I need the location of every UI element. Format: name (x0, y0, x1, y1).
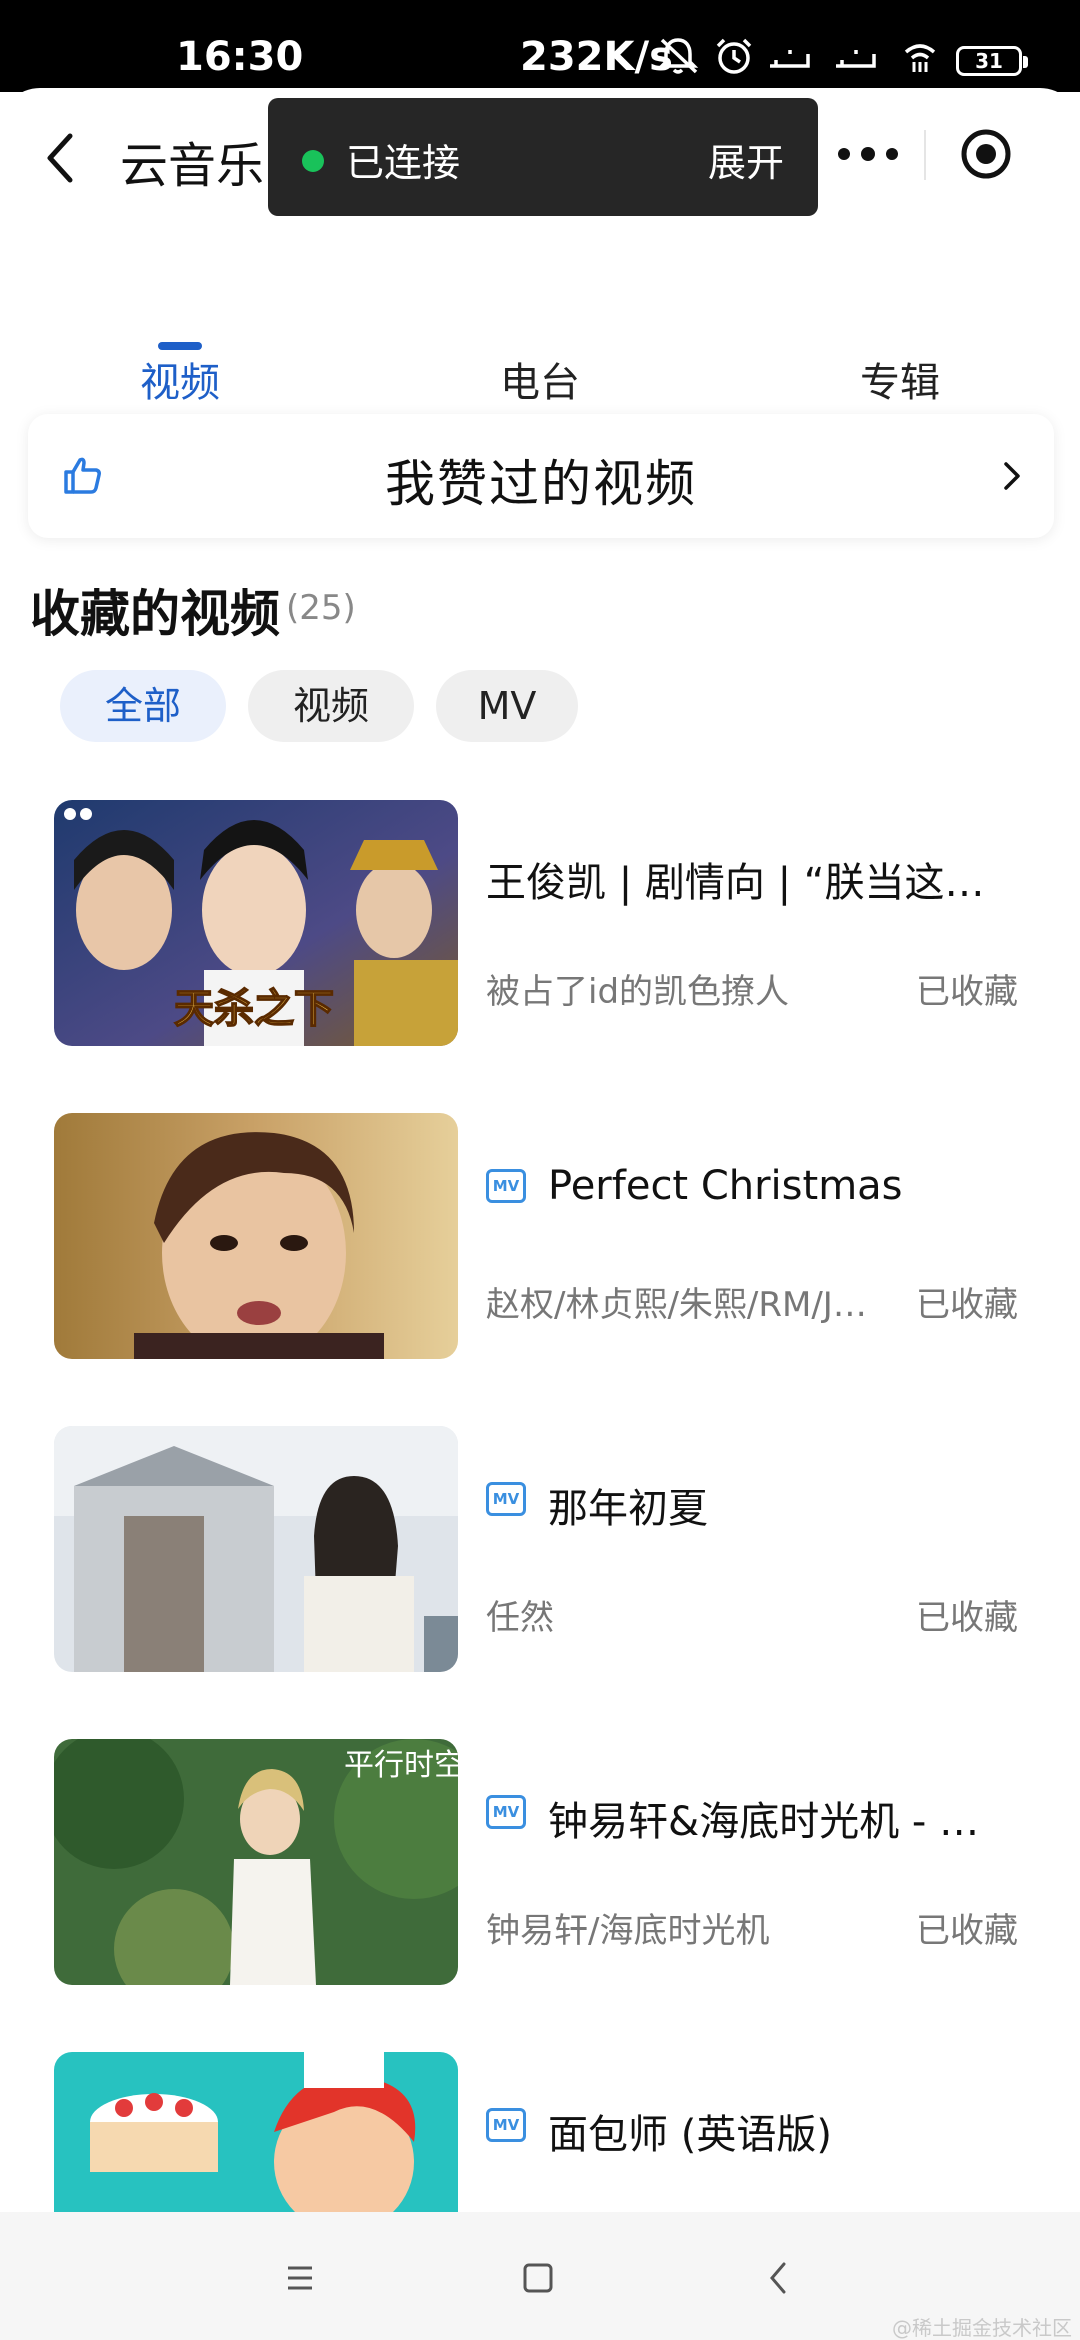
video-cover[interactable] (54, 1113, 458, 1359)
tab-video[interactable]: 视频 (80, 350, 280, 408)
signal-icon (770, 50, 810, 68)
video-state: 已收藏 (916, 1285, 1018, 1325)
capsule-divider (924, 130, 926, 180)
video-item[interactable]: 平行时空 MV 钟易轩&海底时光机 - 平… 钟易轩/海底时光机 已收藏 (0, 1739, 1080, 1989)
miniprogram-capsule (820, 110, 1060, 200)
mv-badge-icon: MV (486, 1795, 526, 1829)
status-bar: 16:30 232K/s 31 (0, 0, 1080, 92)
tab-indicator (158, 342, 202, 350)
video-cover[interactable]: 平行时空 (54, 1739, 458, 1985)
video-title: 那年初夏 (548, 1486, 708, 1532)
mv-badge-icon: MV (486, 1169, 526, 1203)
mv-badge-icon: MV (486, 2108, 526, 2142)
cover-image: 平行时空 (54, 1739, 458, 1985)
cover-image (54, 1426, 458, 1672)
video-author: 任然 (486, 1598, 554, 1638)
section-title: 收藏的视频 (30, 585, 280, 643)
filter-mv[interactable]: MV (436, 670, 578, 742)
alarm-icon (716, 38, 752, 74)
video-title: 面包师 (英语版) (548, 2112, 832, 2158)
video-title: 王俊凯 | 剧情向 | “朕当这个… (486, 860, 1006, 906)
liked-videos-label: 我赞过的视频 (385, 455, 697, 513)
watermark: @稀土掘金技术社区 (892, 2316, 1072, 2340)
connection-status: 已连接 (346, 141, 461, 185)
signal-icon-2 (836, 50, 876, 68)
video-cover[interactable] (54, 1426, 458, 1672)
tab-album[interactable]: 专辑 (800, 350, 1000, 408)
cover-caption: 平行时空 (344, 1748, 458, 1783)
tab-radio[interactable]: 电台 (440, 350, 640, 408)
video-state: 已收藏 (916, 972, 1018, 1012)
connected-dot-icon (302, 150, 324, 172)
video-item[interactable]: MV 那年初夏 任然 已收藏 (0, 1426, 1080, 1676)
video-author: 被占了id的凯色撩人 (486, 972, 790, 1012)
liked-videos-card[interactable]: 我赞过的视频 (28, 414, 1054, 538)
video-state: 已收藏 (916, 1598, 1018, 1638)
status-time: 16:30 (176, 34, 304, 80)
video-title: 钟易轩&海底时光机 - 平… (548, 1799, 1018, 1845)
battery-icon: 31 (956, 46, 1028, 76)
app-title: 云音乐 (120, 138, 265, 194)
expand-button[interactable]: 展开 (708, 132, 784, 187)
video-author: 赵权/林贞熙/朱熙/RM/Ju… (486, 1285, 886, 1325)
video-item[interactable]: MV Perfect Christmas 赵权/林贞熙/朱熙/RM/Ju… 已收… (0, 1113, 1080, 1363)
connection-toast: 已连接 展开 (268, 98, 818, 216)
chevron-right-icon (1004, 462, 1020, 490)
video-item[interactable]: 天杀之下 王俊凯 | 剧情向 | “朕当这个… 被占了id的凯色撩人 已收藏 (0, 800, 1080, 1050)
section-count: (25) (286, 588, 356, 628)
back-arrow-icon[interactable] (36, 128, 86, 188)
filter-all[interactable]: 全部 (60, 670, 226, 742)
mv-badge-icon: MV (486, 1482, 526, 1516)
video-author: 钟易轩/海底时光机 (486, 1911, 770, 1951)
more-dots-icon[interactable] (830, 134, 920, 174)
video-state: 已收藏 (916, 1911, 1018, 1951)
bell-muted-icon (657, 38, 699, 74)
video-title: Perfect Christmas (548, 1163, 903, 1209)
cover-image (54, 1113, 458, 1359)
menu-icon[interactable] (280, 2258, 320, 2298)
video-cover[interactable]: 天杀之下 (54, 800, 458, 1046)
cover-image: 天杀之下 (54, 800, 458, 1046)
filter-video[interactable]: 视频 (248, 670, 414, 742)
cover-caption: 天杀之下 (174, 985, 334, 1032)
status-net-speed: 232K/s (520, 34, 673, 80)
home-square-icon[interactable] (518, 2258, 558, 2298)
page: 云音乐 已连接 展开 视频 电台 专辑 我赞过的视频 收藏的视频 (25) 全部… (0, 88, 1080, 2340)
screen: 16:30 232K/s 31 云音乐 已连接 展开 视频 电台 专辑 我赞过的… (0, 0, 1080, 2340)
wifi-icon (904, 44, 936, 72)
close-target-icon[interactable] (956, 124, 1016, 184)
back-chevron-icon[interactable] (758, 2258, 798, 2298)
